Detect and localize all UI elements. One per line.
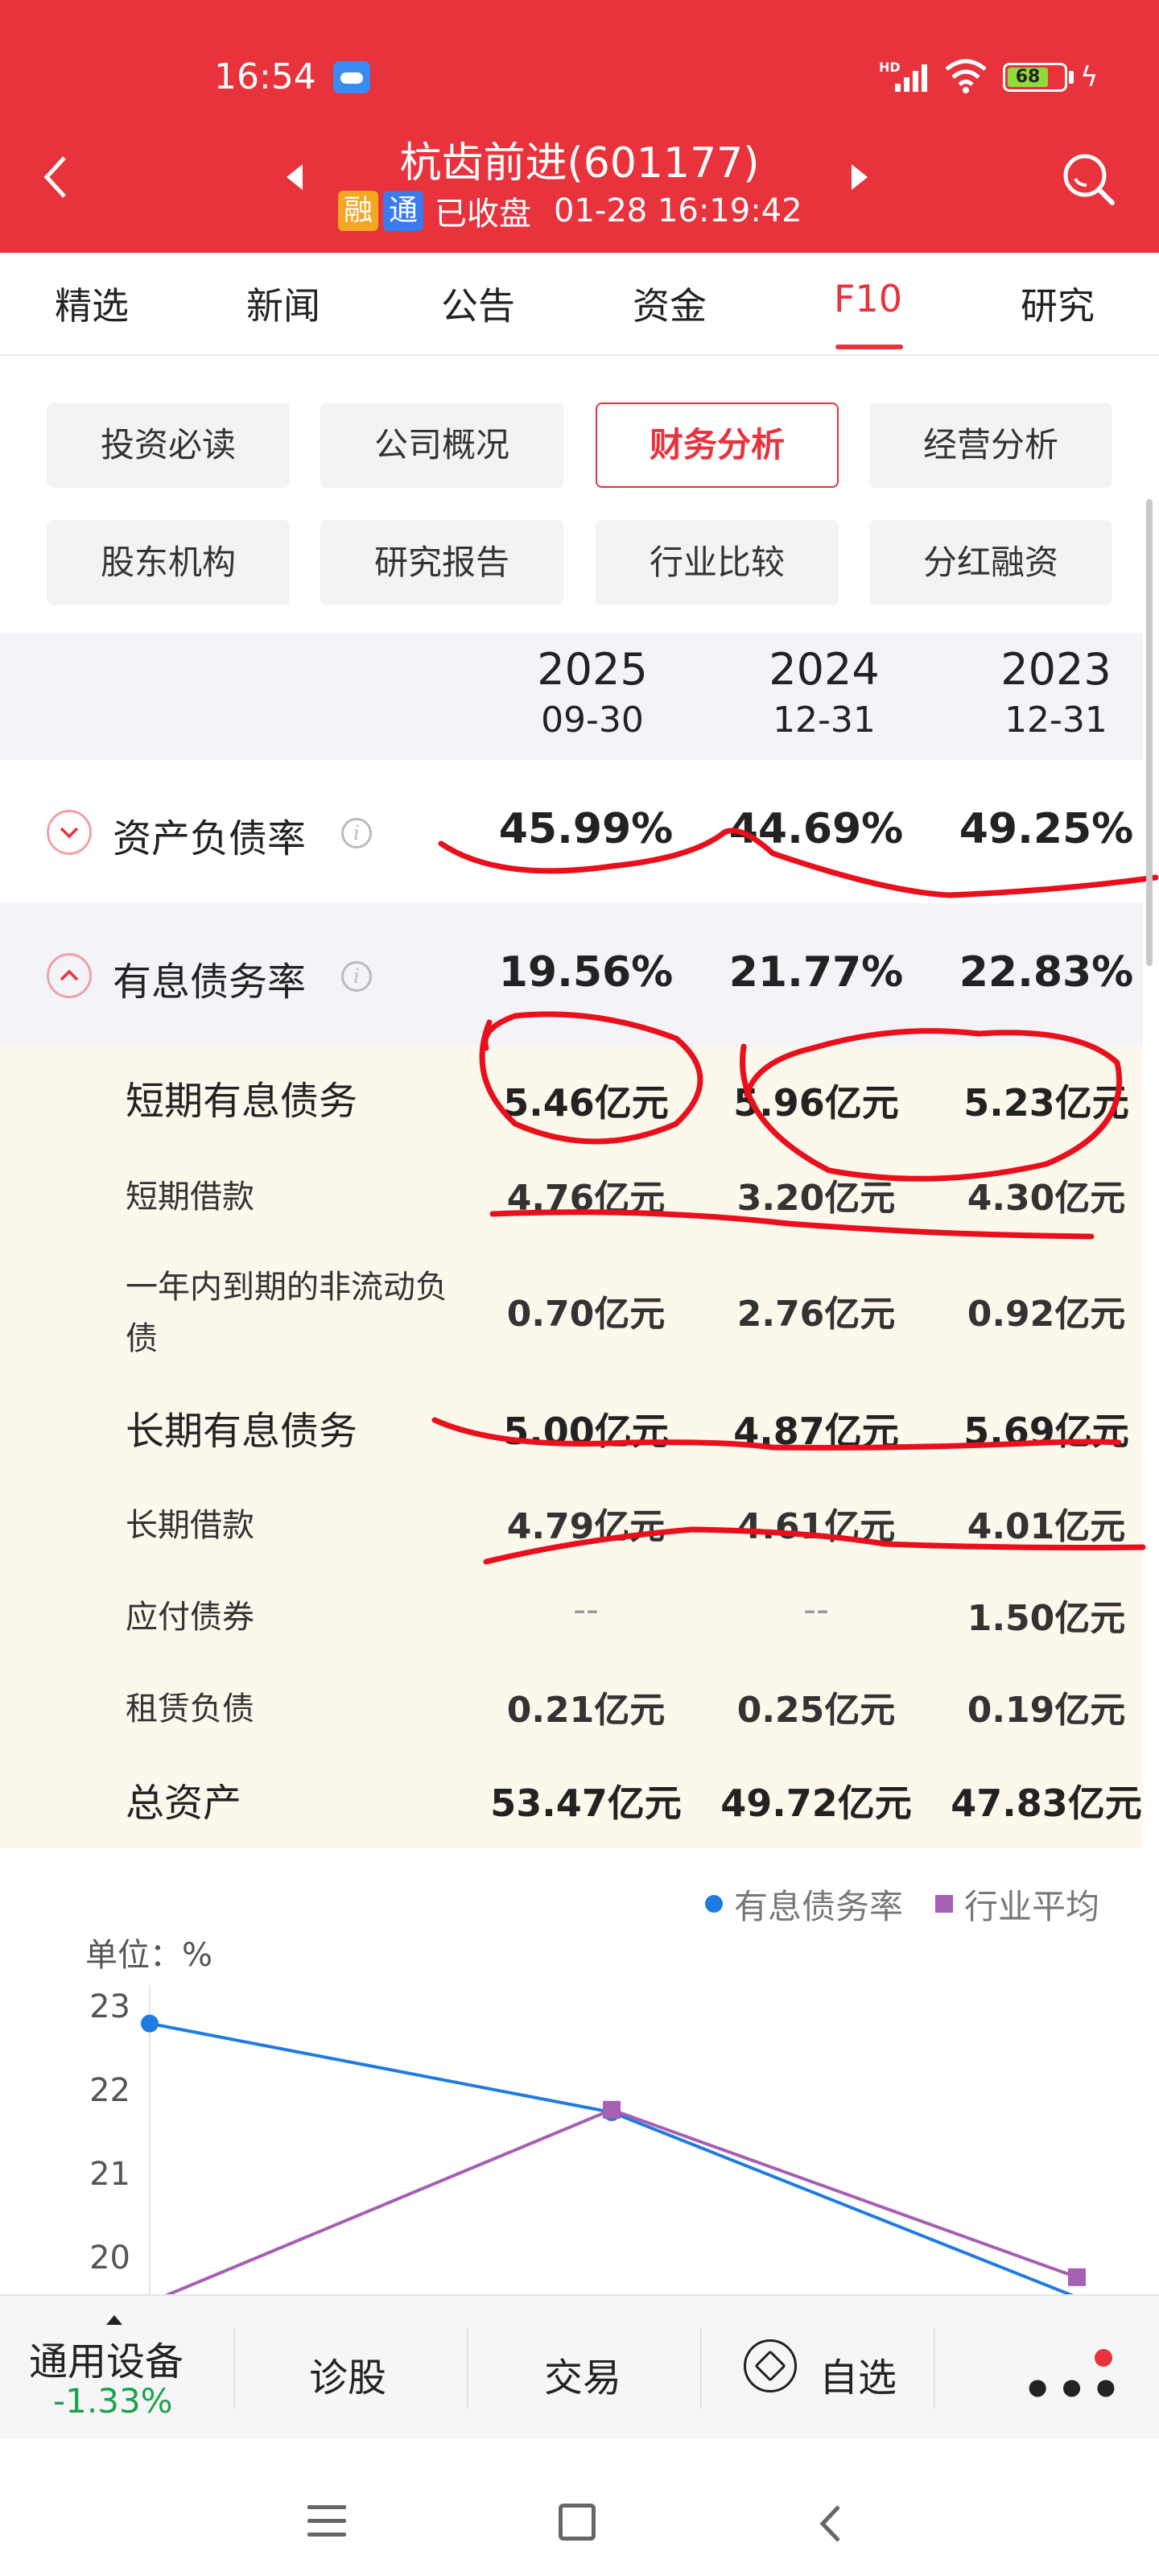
- red-pen-annotations: [431, 828, 1159, 1565]
- divider: [233, 2328, 235, 2409]
- system-nav-bar: [0, 2439, 1159, 2576]
- scrollbar[interactable]: [1146, 499, 1153, 966]
- home-icon[interactable]: [559, 2504, 596, 2541]
- data-point[interactable]: [1068, 2268, 1086, 2286]
- series-line-2: [164, 2107, 1078, 2294]
- line-chart: [141, 1985, 1086, 2294]
- watchlist-icon[interactable]: [744, 2339, 797, 2392]
- watchlist-button[interactable]: 自选: [819, 2346, 897, 2402]
- menu-icon[interactable]: [307, 2505, 346, 2539]
- more-icon[interactable]: •••: [1022, 2362, 1124, 2418]
- divider: [700, 2328, 702, 2409]
- sector-change: -1.33%: [53, 2381, 173, 2421]
- notification-dot: [1095, 2349, 1112, 2367]
- series-line-1: [149, 2021, 1074, 2294]
- data-point[interactable]: [141, 2014, 159, 2033]
- divider: [467, 2328, 468, 2409]
- bottom-action-bar: 通用设备 -1.33% 诊股 交易 自选 •••: [0, 2294, 1159, 2439]
- sector-name[interactable]: 通用设备: [29, 2330, 184, 2386]
- diagnose-button[interactable]: 诊股: [309, 2346, 386, 2402]
- trade-button[interactable]: 交易: [544, 2346, 621, 2402]
- data-point[interactable]: [603, 2100, 621, 2119]
- divider: [934, 2328, 935, 2409]
- nav-back-icon[interactable]: [815, 2504, 847, 2544]
- caret-up-icon[interactable]: [106, 2315, 122, 2325]
